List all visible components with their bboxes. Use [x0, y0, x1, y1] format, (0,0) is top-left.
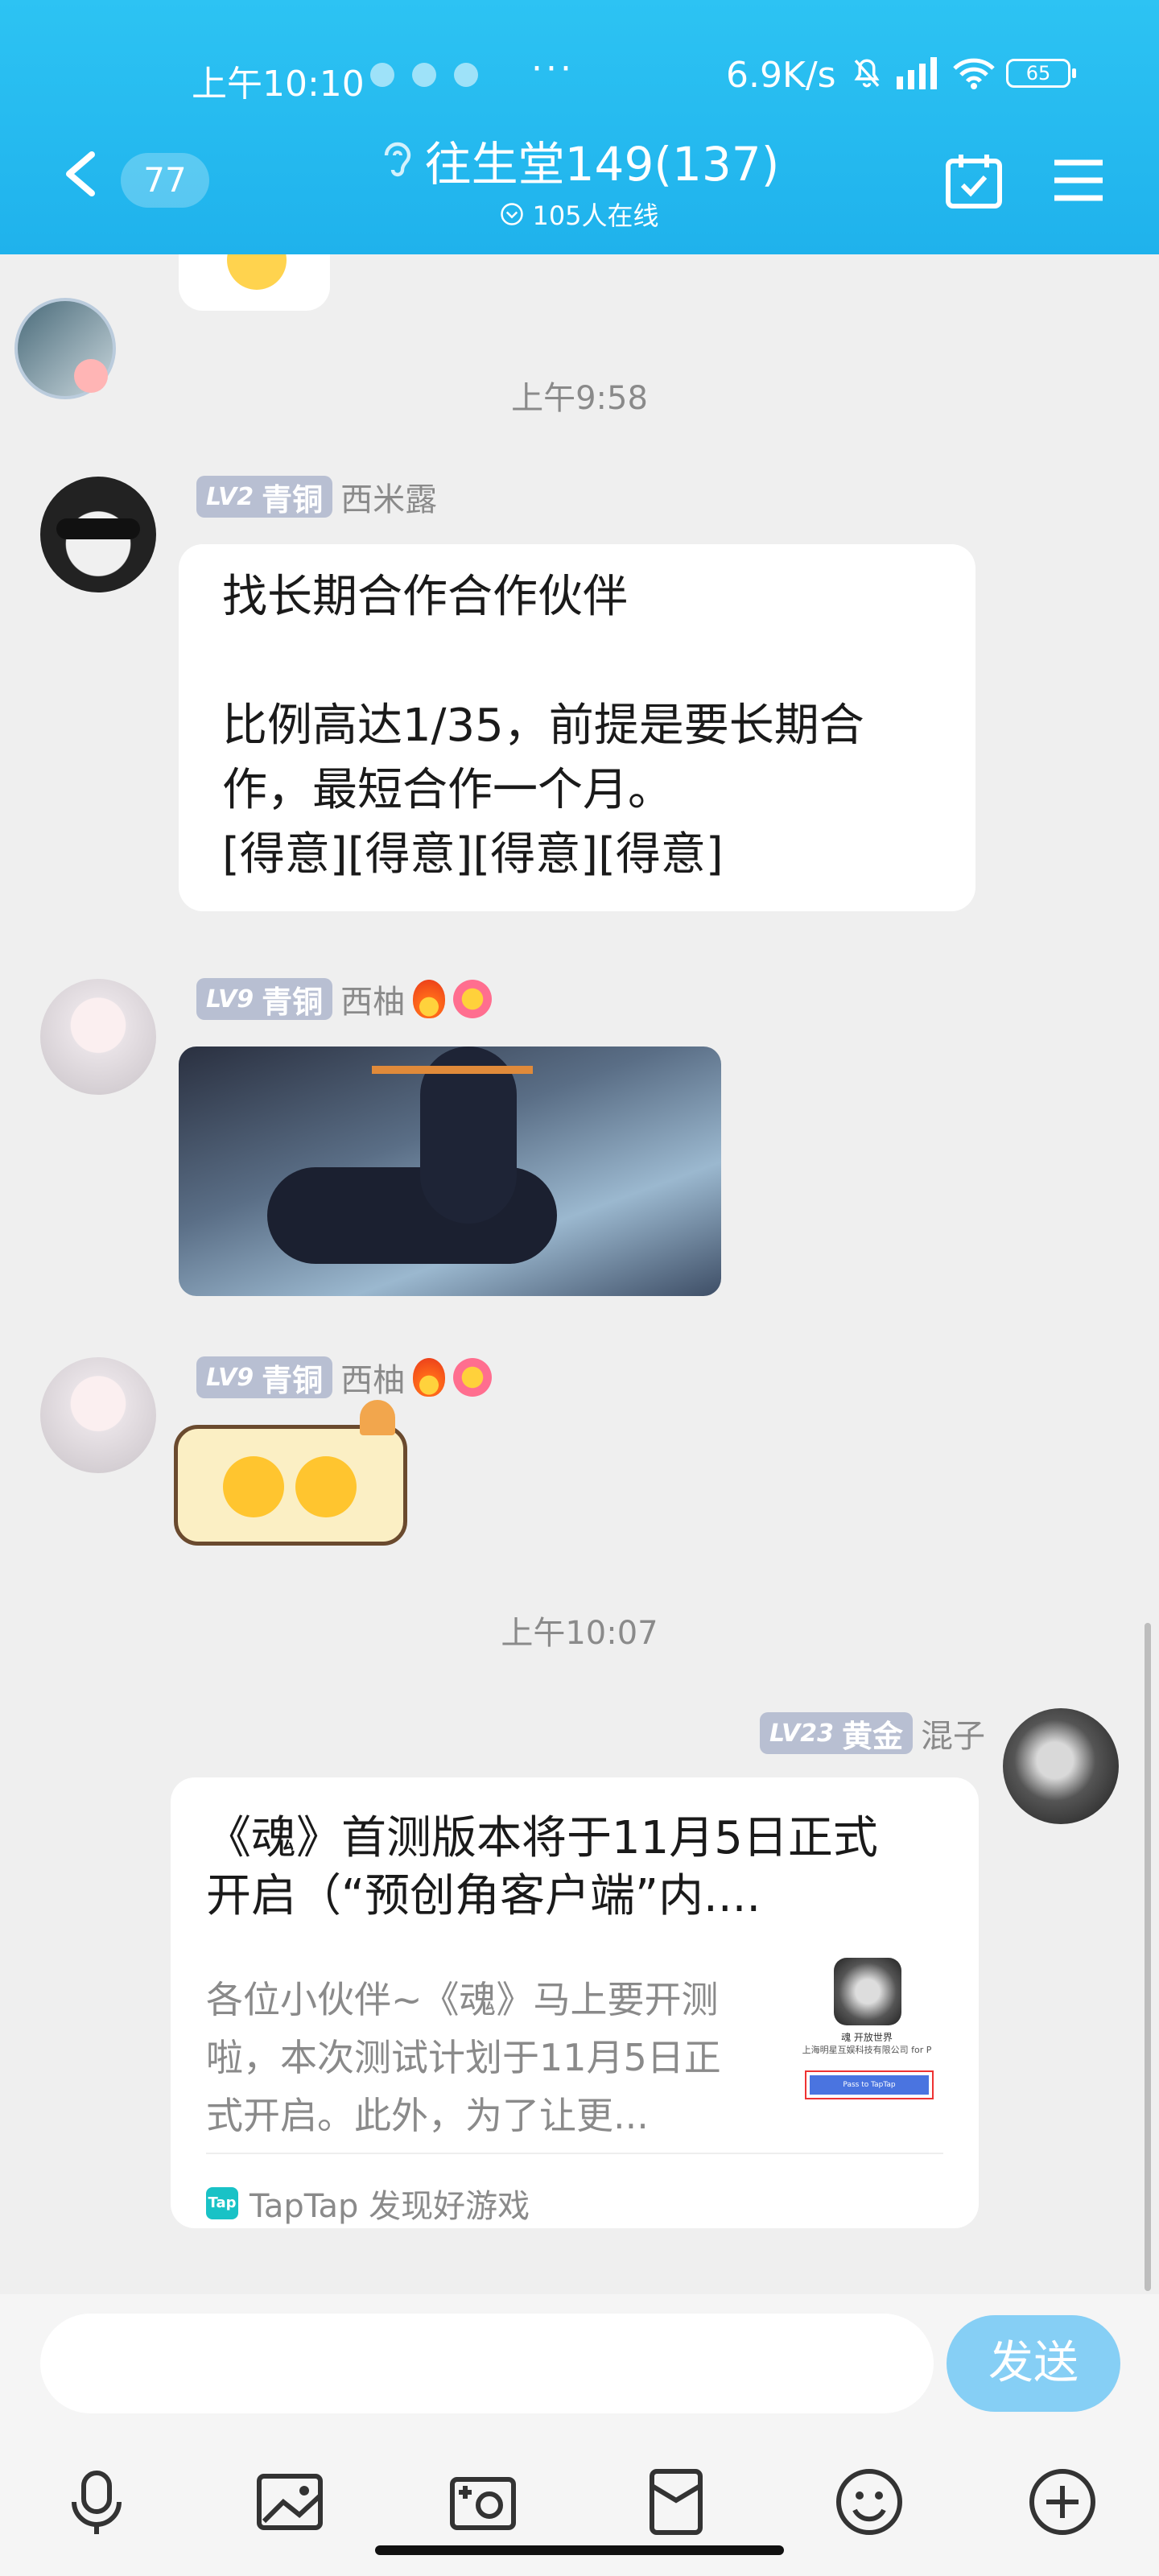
- level-badge: LV2 青铜: [196, 476, 333, 518]
- sunglasses: [56, 518, 140, 539]
- online-count-text: 105人在线: [532, 200, 659, 231]
- composer: 发送: [0, 2294, 1159, 2576]
- message-line: 找长期合作合作伙伴: [222, 571, 628, 623]
- timestamp: 上午10:07: [501, 1615, 658, 1652]
- message-line: [得意][得意][得意][得意]: [222, 828, 724, 881]
- message-list[interactable]: 上午9:58 LV2 青铜 西米露 找长期合作合作伙伴 比例高达1/35，前提是要…: [0, 254, 1159, 2294]
- sender-line: LV9 青铜 西柚: [196, 976, 493, 1022]
- system-icons: 65: [850, 56, 1076, 90]
- flower-icon: [453, 980, 493, 1018]
- card-title-line: 《魂》首测版本将于11月5日正式: [206, 1812, 878, 1864]
- notification-icons: [370, 63, 478, 87]
- card-title-line: 开启（“预创角客户端”内....: [206, 1870, 761, 1922]
- level-text: LV9: [206, 985, 254, 1013]
- camera-icon[interactable]: [444, 2463, 522, 2541]
- message-line: 比例高达1/35，前提是要长期合: [222, 700, 864, 752]
- level-text: LV2: [206, 482, 254, 511]
- rank-text: 青铜: [262, 984, 324, 1020]
- rank-text: 青铜: [262, 481, 324, 518]
- card-desc-line: 各位小伙伴~《魂》马上要开测: [206, 1978, 719, 2021]
- thumb-caption: 魂 开放世界: [841, 2032, 893, 2043]
- unread-count-badge[interactable]: 77: [121, 153, 209, 208]
- cat-ear-icon: [360, 1400, 395, 1435]
- group-title-text: 往生堂149(137): [424, 137, 780, 192]
- message-input[interactable]: [40, 2314, 934, 2413]
- level-badge: LV9 青铜: [196, 1356, 333, 1398]
- sender-name[interactable]: 西柚: [340, 976, 405, 1022]
- thumb-button: Pass to TapTap: [810, 2075, 929, 2095]
- taptap-logo-icon: Tap: [206, 2187, 238, 2219]
- card-thumbnail: 魂 开放世界 上海明星互娱科技有限公司 for P Pass to TapTap: [790, 1958, 943, 2106]
- level-text: LV23: [769, 1719, 834, 1748]
- mute-icon: [854, 59, 880, 88]
- card-divider: [206, 2153, 943, 2154]
- group-title[interactable]: 往生堂149(137): [354, 132, 805, 192]
- level-badge: LV9 青铜: [196, 978, 333, 1020]
- message-line: [222, 630, 932, 694]
- cat-sticker[interactable]: [174, 1400, 407, 1546]
- emoji-sticker: [227, 254, 287, 290]
- home-indicator[interactable]: [375, 2545, 784, 2555]
- level-badge: LV23 黄金: [760, 1712, 913, 1754]
- online-count[interactable]: 105人在线: [451, 196, 708, 232]
- chat-header: 上午10:10 ··· 6.9K/s 65 77 往生堂149(137) 105…: [0, 0, 1159, 254]
- more-notifications-icon: ···: [531, 48, 575, 89]
- thumb-button-frame: Pass to TapTap: [805, 2070, 934, 2099]
- emoji-icon[interactable]: [831, 2463, 908, 2541]
- sender-name[interactable]: 西柚: [340, 1354, 405, 1401]
- red-packet-icon[interactable]: [637, 2463, 715, 2541]
- scrollbar[interactable]: [1145, 1623, 1151, 2291]
- card-source-text: TapTap 发现好游戏: [250, 2188, 530, 2225]
- fire-icon: [413, 980, 446, 1018]
- game-app-icon: [834, 1958, 901, 2025]
- chevron-down-circle-icon: [501, 203, 524, 225]
- sender-line: LV2 青铜 西米露: [196, 473, 437, 520]
- level-text: LV9: [206, 1363, 254, 1392]
- shared-link-card[interactable]: 《魂》首测版本将于11月5日正式 开启（“预创角客户端”内.... 各位小伙伴~…: [171, 1777, 979, 2228]
- rank-text: 黄金: [841, 1718, 903, 1754]
- flower-icon: [453, 1358, 493, 1397]
- network-speed: 6.9K/s: [726, 55, 836, 96]
- ear-icon: [384, 142, 410, 177]
- hud-bar: [372, 1066, 533, 1074]
- crying-emoji: [223, 1456, 284, 1517]
- crying-emoji: [295, 1456, 357, 1517]
- avatar[interactable]: [1003, 1708, 1119, 1824]
- rank-text: 青铜: [262, 1362, 324, 1398]
- thumb-caption: 上海明星互娱科技有限公司 for P: [802, 2045, 932, 2055]
- timestamp: 上午9:58: [511, 380, 648, 417]
- wifi-icon: [953, 58, 995, 89]
- card-title: 《魂》首测版本将于11月5日正式 开启（“预创角客户端”内....: [206, 1810, 914, 1926]
- image-icon[interactable]: [251, 2463, 328, 2541]
- status-bar: 上午10:10 ··· 6.9K/s 65: [0, 45, 1159, 109]
- card-description: 各位小伙伴~《魂》马上要开测 啦，本次测试计划于11月5日正 式开启。此外，为了…: [206, 1971, 761, 2145]
- avatar[interactable]: [40, 477, 156, 592]
- avatar[interactable]: [40, 979, 156, 1095]
- back-icon[interactable]: [60, 150, 100, 198]
- avatar[interactable]: [40, 1357, 156, 1473]
- sender-name[interactable]: 西米露: [340, 473, 437, 520]
- send-button[interactable]: 发送: [947, 2315, 1120, 2412]
- card-source: Tap TapTap 发现好游戏: [206, 2180, 530, 2227]
- message-line: 作，最短合作一个月。: [222, 764, 673, 816]
- signal-icon: [897, 57, 937, 89]
- fire-icon: [413, 1358, 446, 1397]
- battery-icon: 65: [1006, 59, 1076, 88]
- menu-icon[interactable]: [1051, 158, 1106, 203]
- calendar-check-icon[interactable]: [943, 153, 1004, 209]
- game-screenshot-image[interactable]: [179, 1046, 721, 1296]
- previous-message-bubble[interactable]: [179, 254, 330, 311]
- status-time: 上午10:10: [192, 64, 365, 105]
- plus-icon[interactable]: [1024, 2463, 1101, 2541]
- sender-line: LV9 青铜 西柚: [196, 1354, 493, 1401]
- sender-line: LV23 黄金 混子: [760, 1710, 985, 1757]
- microphone-icon[interactable]: [58, 2463, 135, 2541]
- text-message-bubble[interactable]: 找长期合作合作伙伴 比例高达1/35，前提是要长期合 作，最短合作一个月。 [得…: [179, 544, 975, 911]
- sender-name[interactable]: 混子: [921, 1710, 985, 1757]
- card-desc-line: 式开启。此外，为了让更...: [206, 2094, 649, 2137]
- card-desc-line: 啦，本次测试计划于11月5日正: [206, 2036, 721, 2079]
